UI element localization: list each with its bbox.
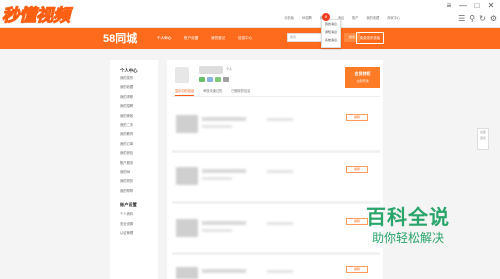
avatar[interactable] bbox=[175, 67, 189, 83]
sidebar-item[interactable]: 我的帮帮 bbox=[110, 187, 158, 196]
site-header: 58同城 个人中心 账户设置 我的登记 信息中心 bbox=[0, 28, 500, 49]
list-item[interactable]: 编辑 bbox=[172, 108, 380, 146]
window-controls: ≡ — □ ✕ bbox=[444, 1, 496, 11]
sidebar: 个人中心 我的发布 我的收藏 我的求职 我的招聘 我的家政 我的二手 我的教育 … bbox=[110, 60, 158, 279]
message-badge[interactable]: 8 bbox=[322, 13, 330, 21]
post-status-blurred bbox=[267, 222, 293, 225]
brand-watermark-subtitle: 助你轻松解决 bbox=[372, 231, 445, 245]
site-logo[interactable]: 58同城 bbox=[103, 33, 137, 45]
browser-window: 手机版 58招聘 我的58 消息 账户 我的收藏 商家中心 ≡ — □ ✕ ☰ … bbox=[0, 0, 500, 279]
sidebar-item[interactable]: 我的简历 bbox=[110, 177, 158, 186]
username-blurred bbox=[199, 66, 223, 74]
publish-button[interactable]: 免费发布信息 bbox=[356, 32, 384, 44]
sidebar-item[interactable]: 安全设置 bbox=[110, 220, 158, 229]
sidebar-item[interactable]: 我的收藏 bbox=[110, 83, 158, 92]
sidebar-item[interactable]: 我的家政 bbox=[110, 112, 158, 121]
sidebar-item[interactable]: 我的发布 bbox=[110, 74, 158, 83]
post-thumbnail[interactable] bbox=[176, 267, 198, 279]
menu-icon[interactable]: ≡ bbox=[444, 1, 454, 11]
edit-button[interactable]: 编辑 bbox=[346, 218, 368, 225]
dropdown-item[interactable]: 通知消息 bbox=[322, 28, 340, 36]
post-title-blurred bbox=[202, 169, 246, 173]
gear-icon[interactable]: ⚙ bbox=[490, 14, 497, 24]
minimize-icon[interactable]: — bbox=[458, 1, 468, 11]
sidebar-item[interactable]: 我的订单 bbox=[110, 140, 158, 149]
list-item[interactable]: 编辑 bbox=[172, 212, 380, 250]
sidebar-title: 个人中心 bbox=[120, 68, 138, 73]
post-status-blurred bbox=[267, 170, 293, 173]
refresh-icon[interactable]: ↻ bbox=[479, 14, 486, 24]
verification-icons bbox=[199, 77, 229, 82]
post-title-blurred bbox=[202, 269, 246, 273]
sidebar-item[interactable]: 我的求职 bbox=[110, 93, 158, 102]
top-link[interactable]: 我的收藏 bbox=[367, 15, 380, 20]
post-meta-blurred bbox=[202, 229, 232, 232]
tab-active-posts[interactable]: 显示中的信息 bbox=[175, 87, 195, 96]
top-link[interactable]: 账户 bbox=[352, 15, 358, 20]
sidebar-item[interactable]: 认证管理 bbox=[110, 229, 158, 238]
sidebar-item[interactable]: 我的二手 bbox=[110, 121, 158, 130]
main-nav: 个人中心 账户设置 我的登记 信息中心 bbox=[157, 36, 265, 41]
email-verified-icon[interactable] bbox=[207, 77, 213, 82]
id-verified-icon[interactable] bbox=[215, 77, 221, 82]
sidebar-item[interactable]: 我的招聘 bbox=[110, 102, 158, 111]
nav-item-register[interactable]: 我的登记 bbox=[211, 36, 238, 41]
edit-button[interactable]: 编辑 bbox=[346, 166, 368, 173]
suggestion-link[interactable]: 建议 bbox=[478, 135, 488, 141]
post-thumbnail[interactable] bbox=[176, 167, 198, 185]
list-icon[interactable]: ☰ bbox=[458, 14, 465, 24]
tab-divider bbox=[172, 96, 380, 97]
edit-button[interactable]: 编辑 bbox=[346, 114, 368, 121]
nav-item-account[interactable]: 账户设置 bbox=[184, 36, 211, 41]
edit-button[interactable]: 编辑 bbox=[346, 266, 368, 273]
sidebar-item[interactable]: 账户服务 bbox=[110, 159, 158, 168]
post-meta-blurred bbox=[202, 125, 232, 128]
post-thumbnail[interactable] bbox=[176, 115, 198, 133]
sidebar-item[interactable]: 我的教育 bbox=[110, 130, 158, 139]
sidebar-item[interactable]: 我的58 bbox=[110, 168, 158, 177]
list-item[interactable]: 编辑 bbox=[172, 160, 380, 198]
sidebar-section-title: 账户设置 bbox=[120, 202, 137, 208]
promo-title: 会员特权 bbox=[354, 71, 371, 76]
post-meta-blurred bbox=[202, 177, 232, 180]
top-link[interactable]: 58招聘 bbox=[302, 15, 312, 20]
top-link[interactable]: 商家中心 bbox=[387, 15, 400, 20]
member-promo-card[interactable]: 会员特权 立即开通 bbox=[345, 67, 380, 88]
sidebar-item[interactable]: 我的钱包 bbox=[110, 149, 158, 158]
post-thumbnail[interactable] bbox=[176, 219, 198, 237]
browser-topbar: 手机版 58招聘 我的58 消息 账户 我的收藏 商家中心 ≡ — □ ✕ ☰ … bbox=[0, 0, 500, 28]
row-divider bbox=[172, 252, 380, 255]
tab-rejected-posts[interactable]: 审核未通过的 bbox=[203, 87, 222, 96]
post-title-blurred bbox=[202, 221, 246, 225]
row-divider bbox=[172, 150, 380, 153]
top-link[interactable]: 手机版 bbox=[284, 15, 294, 20]
post-status-blurred bbox=[267, 118, 293, 121]
row-divider bbox=[172, 201, 380, 204]
phone-verified-icon[interactable] bbox=[199, 77, 205, 82]
wechat-icon[interactable] bbox=[223, 77, 229, 82]
search-icon[interactable]: ⚲ bbox=[469, 14, 475, 24]
maximize-icon[interactable]: □ bbox=[472, 1, 482, 11]
list-item[interactable]: 编辑 bbox=[172, 260, 380, 279]
message-dropdown: 我的消息 通知消息 系统消息 bbox=[321, 19, 341, 48]
top-links: 手机版 58招聘 我的58 消息 账户 我的收藏 商家中心 bbox=[284, 15, 400, 20]
nav-item-messages[interactable]: 信息中心 bbox=[238, 36, 265, 41]
close-icon[interactable]: ✕ bbox=[486, 1, 496, 11]
floating-feedback-panel: 反馈 建议 bbox=[477, 128, 489, 150]
post-status-blurred bbox=[267, 270, 293, 273]
browser-tools: ☰ ⚲ ↻ ⚙ bbox=[458, 14, 497, 24]
nav-item-personal-center[interactable]: 个人中心 bbox=[157, 36, 184, 41]
brand-watermark-title: 百科全说 bbox=[366, 207, 450, 229]
video-watermark: 秒懂视频 bbox=[2, 6, 71, 26]
sidebar-item[interactable]: 个人资料 bbox=[110, 210, 158, 219]
dropdown-item[interactable]: 我的消息 bbox=[322, 20, 340, 28]
post-tabs: 显示中的信息 审核未通过的 已删除的信息 bbox=[175, 87, 250, 96]
promo-subtitle: 立即开通 bbox=[356, 79, 369, 83]
tab-deleted-posts[interactable]: 已删除的信息 bbox=[231, 87, 250, 96]
user-tag: 个人 bbox=[226, 67, 233, 71]
post-title-blurred bbox=[202, 117, 246, 121]
dropdown-item[interactable]: 系统消息 bbox=[322, 36, 340, 44]
